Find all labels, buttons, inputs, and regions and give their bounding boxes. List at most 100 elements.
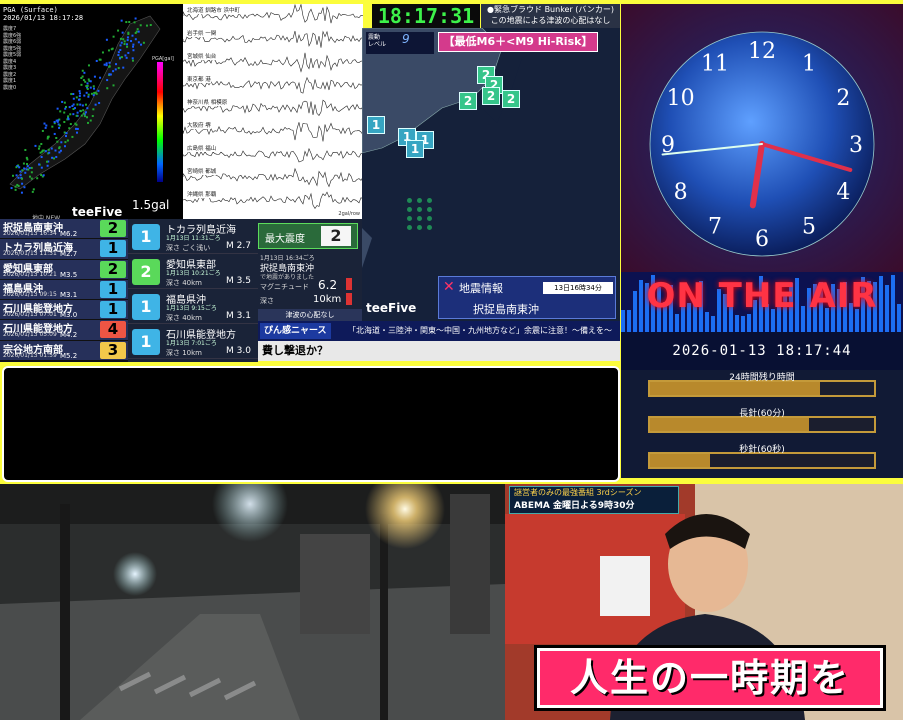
quake-intensity: 1 [100,240,126,258]
station-dot [85,85,88,88]
quake-magnitude: M3.0 [60,311,78,320]
station-dot [92,94,95,97]
quake-list-item[interactable]: 石川県能登地方 2026/01/13 07:01 M3.0 1 [0,300,128,321]
on-air-banner: ON THE AIR [621,272,903,332]
station-dot [48,151,51,154]
station-dot [76,131,79,134]
quake-list-item[interactable]: 福島県沖 2026/01/13 09:15 M3.1 1 [0,279,128,301]
show-title: 謎営者のみの最強番組 3rdシーズン [514,488,642,497]
station-dot [125,21,128,24]
station-dot [87,95,90,98]
station-dot [87,121,90,124]
station-dot [19,174,22,177]
card-magnitude: M 3.5 [226,276,251,286]
quake-list-item[interactable]: 宗谷地方南部 2026/01/13 01:59 M5.2 3 [0,340,128,362]
station-label: 神奈川県 相模原 [187,98,228,106]
station-dot [112,35,115,38]
tv-caption: 人生の一時期を [537,648,883,708]
card-depth: 深さ 40km [166,314,203,322]
quake-card[interactable]: 1 石川県能登地方 1月13日 7:01ごろ 深さ 10km M 3.0 [128,324,258,359]
intensity-marker: 2 [459,92,477,110]
quake-list: 択捉島南東沖 2026/01/13 16:34 M6.2 2 トカラ列島近海 2026/0… [0,219,128,362]
sea-station-dot [407,216,412,221]
station-dot [119,44,122,47]
station-dot [72,97,75,100]
quake-date: 2026/01/13 07:01 [3,311,57,319]
station-dot [81,104,84,107]
station-dot [15,166,18,169]
visualizer-bar [741,316,745,332]
quake-list-item[interactable]: 愛知県東部 2026/01/13 10:21 M3.5 2 [0,259,128,280]
ticker-channel: ぴん感ニャース [260,323,331,339]
station-dot [17,176,20,179]
station-dot [30,166,33,169]
station-dot [92,85,95,88]
station-dot [21,169,24,172]
quake-card[interactable]: 1 福島県沖 1月13日 9:15ごろ 深さ 40km M 3.1 [128,289,258,324]
card-depth: 深さ ごく浅い [166,244,211,252]
station-dot [108,61,111,64]
quake-list-item[interactable]: 石川県能登地方 2026/01/13 05:09 M4.2 4 [0,320,128,341]
station-dot [78,90,81,93]
station-dot [121,31,124,34]
quake-list-item[interactable]: トカラ列島近海 2026/01/13 11:31 M2.7 1 [0,239,128,260]
quake-card[interactable]: 1 トカラ列島近海 1月13日 11:31ごろ 深さ ごく浅い M 2.7 [128,219,258,254]
station-label: 東京都 港 [187,75,211,83]
station-dot [19,170,22,173]
station-dot [81,75,84,78]
station-dot [79,110,82,113]
station-dot [69,123,72,126]
card-intensity: 1 [132,224,160,250]
sea-station-dot [407,225,412,230]
station-dot [63,145,66,148]
depth-value: 10km [313,294,342,305]
station-dot [132,49,135,52]
station-dot [67,118,70,121]
station-dot [47,148,50,151]
station-dot [84,103,87,106]
station-dot [60,141,63,144]
station-dot [10,187,13,190]
station-dot [61,100,64,103]
station-dot [89,119,92,122]
sea-station-dot [407,207,412,212]
station-dot [134,38,137,41]
station-dot [132,43,135,46]
pga-scale-title: PGA[gal] [152,56,174,62]
quake-magnitude: M4.2 [60,331,78,340]
station-dot [65,132,68,135]
timer-label: 秒針(60秒) [739,445,785,455]
station-dot [93,75,96,78]
station-dot [76,127,79,130]
station-dot [58,126,61,129]
bunker-banner: ●緊急ブラウド Bunker (バンカー) この地震による津波の心配はなし [481,4,620,28]
eq-info-box: ✕ 地震情報 13日16時34分 択捉島南東沖 [438,276,616,319]
quake-list-item[interactable]: 択捉島南東沖 2026/01/13 16:34 M6.2 2 [0,219,128,240]
station-dot [56,140,59,143]
station-dot [32,188,35,191]
station-dot [54,149,57,152]
quake-detail-panel: 最大震度 2 1月13日 16:34ごろ 択捉島南東沖 で地震がありました マグ… [258,219,362,321]
station-dot [14,188,17,191]
risk-banner: 【最低M6＋<M9 Hi-Risk】 [438,32,598,52]
bunker-message: この地震による津波の心配はなし [490,16,611,25]
clock-number: 7 [708,214,722,239]
station-dot [36,177,39,180]
station-dot [47,135,50,138]
visualizer-bar [735,315,739,332]
timer-fill [650,418,810,431]
station-label: 岩手県 一関 [187,29,217,37]
quake-card[interactable]: 2 愛知県東部 1月13日 10:21ごろ 深さ 40km M 3.5 [128,254,258,289]
sea-station-dot [417,198,422,203]
station-dot [18,166,21,169]
station-label: 広島県 福山 [187,144,217,152]
show-banner: 謎営者のみの最強番組 3rdシーズン ABEMA 金曜日よる9時30分 [509,486,679,514]
station-dot [28,175,31,178]
quake-date: 2026/01/13 01:59 [3,351,57,359]
street-camera-feed [0,484,505,720]
station-dot [112,70,115,73]
station-dot [25,156,28,159]
station-dot [53,157,56,160]
quake-date: 2026/01/13 05:09 [3,331,57,339]
quake-intensity: 2 [100,220,126,237]
